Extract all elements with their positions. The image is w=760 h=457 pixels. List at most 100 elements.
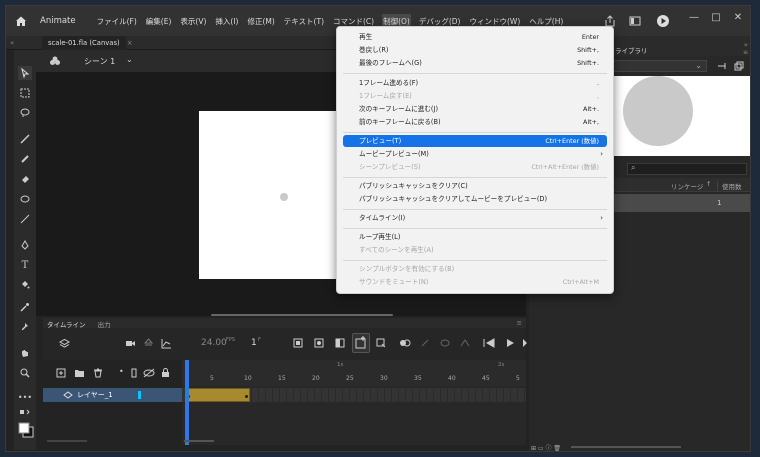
layers-icon[interactable] [58,338,71,351]
test-movie-icon[interactable] [656,14,670,28]
library-footer-icons[interactable]: ⊞ ▭ ⓘ 🗑 [531,443,561,451]
library-item-row[interactable]: 1 [611,194,750,212]
close-icon[interactable]: ✕ [728,12,748,23]
tab-library[interactable]: ライブラリ [615,45,648,55]
layer-name[interactable]: レイヤー_1 [77,390,113,400]
free-transform-tool-icon[interactable] [18,86,32,100]
more-tools-icon[interactable]: ••• [18,390,32,404]
col-linkage[interactable]: リンケージ [671,181,703,191]
menu-rewind[interactable]: 巻戻し(R) Shift+, [343,44,607,56]
scene-chevron-down-icon[interactable]: ⌄ [126,55,133,64]
loop-icon[interactable] [440,338,450,350]
menu-step-forward[interactable]: 1フレーム進める(F). [343,77,607,89]
frames-scrollbar[interactable] [184,440,214,442]
camera-icon[interactable] [125,338,136,351]
pen-tool-icon[interactable] [18,238,32,252]
col-usage[interactable]: 使用数 [717,181,742,191]
minimize-icon[interactable]: — [684,12,704,23]
visibility-icon[interactable] [143,368,155,380]
layer-row[interactable]: レイヤー_1 [43,388,182,402]
panel-collapse-icon[interactable]: » [744,41,748,49]
playhead[interactable] [185,360,189,445]
new-library-panel-icon[interactable] [734,61,744,73]
menu-modify[interactable]: 修正(M) [246,14,275,29]
timeline-menu-icon[interactable]: ≡ [517,319,522,327]
layer-depth-icon[interactable] [143,338,154,351]
layer-scrollbar[interactable] [47,440,87,442]
brush-tool-icon[interactable] [18,132,32,146]
paint-bucket-tool-icon[interactable] [18,278,32,292]
tween-icon[interactable] [460,338,470,350]
menu-step-backward[interactable]: 1フレーム戻す(E), [343,90,607,102]
fps-value[interactable]: 24.00 [201,338,227,348]
frame-ruler[interactable]: 1s 2s 1 5 10 15 20 25 30 35 40 45 5 [182,360,526,386]
document-tab-close-icon[interactable]: × [127,39,133,47]
home-icon[interactable] [10,10,32,32]
text-tool-icon[interactable]: T [18,258,32,272]
menu-movie-preview[interactable]: ムービープレビュー(M) › [343,148,607,160]
hand-tool-icon[interactable] [18,346,32,360]
menu-loop-playback[interactable]: ループ再生(L) [343,231,607,243]
go-to-start-icon[interactable] [483,338,495,350]
library-document-select[interactable]: ⌄ [611,60,707,72]
menu-clear-publish-cache[interactable]: パブリッシュキャッシュをクリア(C) [343,180,607,192]
clear-keyframe-icon[interactable] [376,338,386,350]
workspace-icon[interactable] [629,15,641,27]
menu-prev-keyframe[interactable]: 前のキーフレームに戻る(B) Alt+, [343,116,607,128]
stage-horizontal-scrollbar[interactable] [211,314,393,316]
sort-arrow-icon[interactable]: ↑ [706,180,711,188]
frame-span[interactable] [186,388,250,402]
ellipse-tool-icon[interactable] [18,192,32,206]
collapse-icon[interactable]: « [10,39,14,47]
highlight-layer-icon[interactable]: • [119,367,124,376]
graph-icon[interactable] [161,338,172,351]
zoom-tool-icon[interactable] [18,366,32,380]
panel-menu-icon[interactable]: ≡ [743,49,748,56]
menu-next-keyframe[interactable]: 次のキーフレームに進む(J) Alt+. [343,103,607,115]
keyframe-end-marker[interactable] [245,395,248,398]
menu-text[interactable]: テキスト(T) [283,14,325,29]
fill-stroke-color-icon[interactable] [18,422,34,438]
insert-frame-icon[interactable] [293,338,303,350]
menu-file[interactable]: ファイル(F) [96,14,138,29]
new-layer-icon[interactable] [56,368,66,380]
pin-tool-icon[interactable] [18,320,32,334]
menu-edit[interactable]: 編集(E) [145,14,173,29]
swap-colors-icon[interactable] [18,406,32,420]
eraser-tool-icon[interactable] [18,172,32,186]
edit-multiple-frames-icon[interactable] [420,338,430,350]
menu-clear-cache-preview[interactable]: パブリッシュキャッシュをクリアしてムービーをプレビュー(D) [343,193,607,205]
maximize-icon[interactable]: □ [706,12,726,23]
insert-blank-keyframe-icon[interactable] [335,338,345,350]
menu-timeline[interactable]: タイムライン(I) › [343,212,607,224]
play-icon[interactable] [505,338,515,350]
scene-label[interactable]: シーン 1 [84,56,115,67]
menu-scene-preview[interactable]: シーンプレビュー(S) Ctrl+Alt+Enter (数値) [343,161,607,173]
lock-icon[interactable] [161,368,170,380]
insert-keyframe-icon[interactable] [314,338,324,350]
eyedropper-tool-icon[interactable] [18,300,32,314]
delete-layer-icon[interactable] [93,368,103,380]
layer-color-swatch[interactable] [138,391,141,399]
menu-insert[interactable]: 挿入(I) [214,14,239,29]
library-scrollbar[interactable] [571,446,681,448]
document-tab[interactable]: scale-01.fla (Canvas) × [42,36,133,50]
menu-view[interactable]: 表示(V) [179,14,207,29]
auto-keyframe-icon[interactable] [352,333,370,353]
new-folder-icon[interactable] [74,368,85,380]
menu-go-to-end[interactable]: 最後のフレームへ(G) Shift+. [343,57,607,69]
outline-icon[interactable] [131,368,137,380]
pin-library-icon[interactable] [717,62,729,72]
menu-play-all-scenes[interactable]: すべてのシーンを再生(A) [343,244,607,256]
stage-object[interactable] [280,193,288,201]
menu-enable-simple-buttons[interactable]: シンプルボタンを有効にする(B) [343,263,607,275]
menu-mute-sounds[interactable]: サウンドをミュート(N) Ctrl+Alt+M [343,276,607,288]
menu-play[interactable]: 再生 Enter [343,31,607,43]
step-forward-icon[interactable] [522,338,528,350]
line-tool-icon[interactable] [18,212,32,226]
paint-brush-tool-icon[interactable] [18,152,32,166]
layer-frames-row[interactable] [182,388,526,402]
lasso-tool-icon[interactable] [18,106,32,120]
onion-skin-icon[interactable] [399,338,411,350]
library-search-input[interactable]: ⌕ [627,163,747,175]
